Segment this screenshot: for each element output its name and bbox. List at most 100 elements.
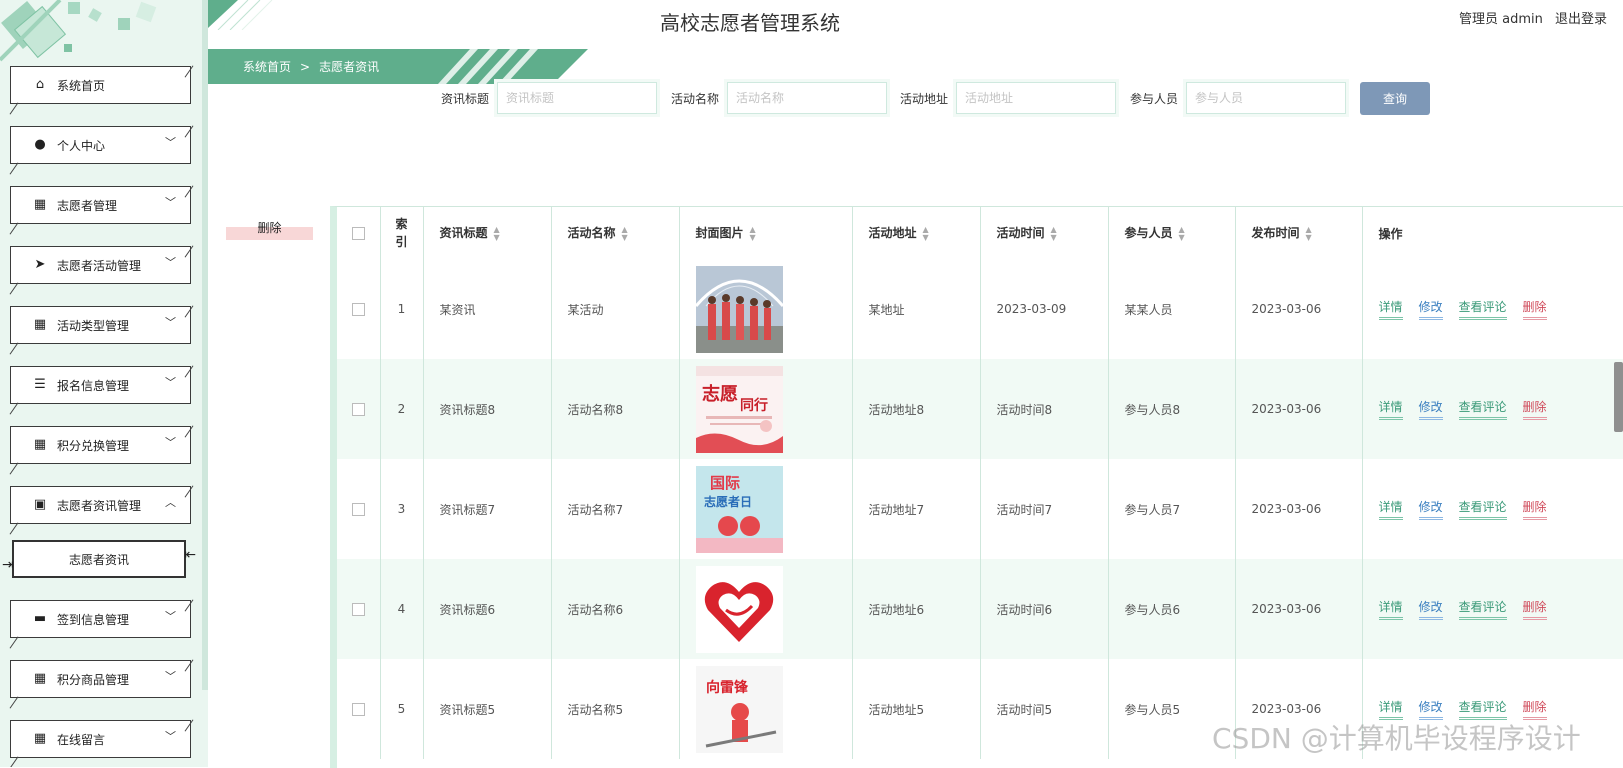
- svg-text:同行: 同行: [740, 397, 768, 414]
- cell-activity-time: 2023-03-09: [980, 259, 1109, 359]
- header-index: 索引: [380, 207, 424, 259]
- search-address-input[interactable]: [953, 79, 1119, 117]
- cell-activity-time: 活动时间7: [980, 459, 1109, 559]
- sort-icon[interactable]: ▲ ▼: [923, 225, 929, 242]
- row-checkbox[interactable]: [351, 603, 365, 616]
- cell-address: 某地址: [852, 259, 981, 359]
- sort-icon[interactable]: ▲ ▼: [750, 225, 756, 242]
- svg-text:志愿: 志愿: [702, 383, 738, 405]
- cover-image[interactable]: 向雷锋: [695, 665, 783, 753]
- sidebar-item-7[interactable]: ▦ 积分兑换管理 ﹀: [9, 425, 194, 475]
- table-row: 2 资讯标题8 活动名称8 志愿 同行 活动地址8 活动时间8 参与人员8 2023-03-06…: [337, 359, 1623, 459]
- edit-button[interactable]: 修改: [1418, 299, 1443, 320]
- decor-slash: [184, 599, 194, 612]
- delete-button[interactable]: 删除: [1522, 399, 1547, 420]
- cell-address: 活动地址7: [852, 459, 981, 559]
- select-all-checkbox[interactable]: [351, 227, 365, 240]
- decor-slash: [9, 162, 19, 175]
- header-title[interactable]: 资讯标题 ▲ ▼: [423, 207, 552, 259]
- sidebar-item-label: 志愿者管理: [57, 199, 118, 213]
- arrow-right-icon: ⇥: [2, 557, 14, 573]
- delete-button[interactable]: 删除: [1522, 699, 1547, 720]
- cell-address: 活动地址6: [852, 559, 981, 659]
- sidebar-item-6[interactable]: ☰ 报名信息管理 ﹀: [9, 365, 194, 415]
- delete-button[interactable]: 删除: [1522, 499, 1547, 520]
- search-activity-input[interactable]: [724, 79, 890, 117]
- sort-icon[interactable]: ▲ ▼: [1179, 225, 1185, 242]
- cover-image[interactable]: [695, 565, 783, 653]
- batch-delete-button[interactable]: 删除: [226, 216, 313, 240]
- row-checkbox[interactable]: [351, 703, 365, 716]
- delete-button[interactable]: 删除: [1522, 599, 1547, 620]
- sidebar-item-4[interactable]: ➤ 志愿者活动管理 ﹀: [9, 245, 194, 295]
- sort-icon[interactable]: ▲ ▼: [1306, 225, 1312, 242]
- view-comments-button[interactable]: 查看评论: [1458, 299, 1507, 320]
- search-button[interactable]: 查询: [1360, 82, 1430, 115]
- search-participants-input[interactable]: [1183, 79, 1349, 117]
- table-row: 3 资讯标题7 活动名称7 国际 志愿者日 活动地址7 活动时间7 参与人员7 2023-03-…: [337, 459, 1623, 559]
- detail-button[interactable]: 详情: [1378, 599, 1403, 620]
- cover-image[interactable]: [695, 265, 783, 353]
- sidebar-subitem-volunteer-news[interactable]: ⇥ 志愿者资讯 ⇤: [2, 540, 196, 578]
- sort-icon[interactable]: ▲ ▼: [1051, 225, 1057, 242]
- detail-button[interactable]: 详情: [1378, 299, 1403, 320]
- edit-button[interactable]: 修改: [1418, 499, 1443, 520]
- row-checkbox[interactable]: [351, 503, 365, 516]
- header-cover[interactable]: 封面图片 ▲ ▼: [679, 207, 853, 259]
- header-participants[interactable]: 参与人员 ▲ ▼: [1108, 207, 1236, 259]
- decor-slash: [184, 125, 194, 138]
- decor-slash: [9, 756, 19, 767]
- header-activity[interactable]: 活动名称 ▲ ▼: [551, 207, 680, 259]
- header-activity-time[interactable]: 活动时间 ▲ ▼: [980, 207, 1109, 259]
- briefcase-icon: ▬: [33, 611, 47, 626]
- row-checkbox[interactable]: [351, 403, 365, 416]
- view-comments-button[interactable]: 查看评论: [1458, 599, 1507, 620]
- cover-image[interactable]: 志愿同行: [695, 365, 783, 453]
- sidebar-item-9[interactable]: ▬ 签到信息管理 ﹀: [9, 599, 194, 649]
- sidebar-subitem-label: 志愿者资讯: [68, 553, 129, 567]
- sort-icon[interactable]: ▲ ▼: [622, 225, 628, 242]
- edit-button[interactable]: 修改: [1418, 699, 1443, 720]
- cell-participants: 参与人员7: [1108, 459, 1236, 559]
- logout-link[interactable]: 退出登录: [1555, 12, 1607, 27]
- edit-button[interactable]: 修改: [1418, 599, 1443, 620]
- cell-index: 5: [380, 659, 424, 759]
- cover-image[interactable]: 国际志愿者日: [695, 465, 783, 553]
- edit-button[interactable]: 修改: [1418, 399, 1443, 420]
- svg-text:志愿者日: 志愿者日: [704, 494, 752, 509]
- row-checkbox[interactable]: [351, 303, 365, 316]
- view-comments-button[interactable]: 查看评论: [1458, 399, 1507, 420]
- clipboard-check-icon: ▣: [33, 497, 47, 512]
- sidebar-item-5[interactable]: ▦ 活动类型管理 ﹀: [9, 305, 194, 355]
- detail-button[interactable]: 详情: [1378, 699, 1403, 720]
- chevron-up-icon: ︿: [165, 496, 176, 509]
- decor-slash: [184, 425, 194, 438]
- cell-cover: [679, 559, 853, 659]
- sidebar-item-1[interactable]: ⌂ 系统首页: [9, 65, 194, 115]
- decor-slash: [9, 462, 19, 475]
- breadcrumb-home[interactable]: 系统首页: [243, 60, 291, 74]
- delete-button[interactable]: 删除: [1522, 299, 1547, 320]
- sidebar-item-3[interactable]: ▦ 志愿者管理 ﹀: [9, 185, 194, 235]
- sort-icon[interactable]: ▲ ▼: [494, 225, 500, 242]
- page-scrollbar[interactable]: [1614, 362, 1623, 432]
- sidebar-item-8[interactable]: ▣ 志愿者资讯管理 ︿: [9, 485, 194, 535]
- sidebar-item-11[interactable]: ▦ 在线留言 ﹀: [9, 719, 194, 767]
- detail-button[interactable]: 详情: [1378, 399, 1403, 420]
- sidebar-item-label: 志愿者资讯管理: [57, 499, 142, 513]
- view-comments-button[interactable]: 查看评论: [1458, 699, 1507, 720]
- decor-slash: [184, 65, 194, 78]
- cell-title: 资讯标题8: [423, 359, 552, 459]
- header-publish-time[interactable]: 发布时间 ▲ ▼: [1235, 207, 1363, 259]
- sidebar-item-label: 积分商品管理: [57, 673, 130, 687]
- sidebar-scrollbar[interactable]: [202, 0, 208, 690]
- search-title-input[interactable]: [494, 79, 660, 117]
- view-comments-button[interactable]: 查看评论: [1458, 499, 1507, 520]
- header-address[interactable]: 活动地址 ▲ ▼: [852, 207, 981, 259]
- sidebar-item-2[interactable]: ● 个人中心 ﹀: [9, 125, 194, 175]
- cell-actions: 详情 修改 查看评论 删除: [1362, 259, 1623, 359]
- sidebar-item-10[interactable]: ▦ 积分商品管理 ﹀: [9, 659, 194, 709]
- decor-slash: [9, 102, 19, 115]
- header-participants-label: 参与人员: [1124, 226, 1173, 241]
- detail-button[interactable]: 详情: [1378, 499, 1403, 520]
